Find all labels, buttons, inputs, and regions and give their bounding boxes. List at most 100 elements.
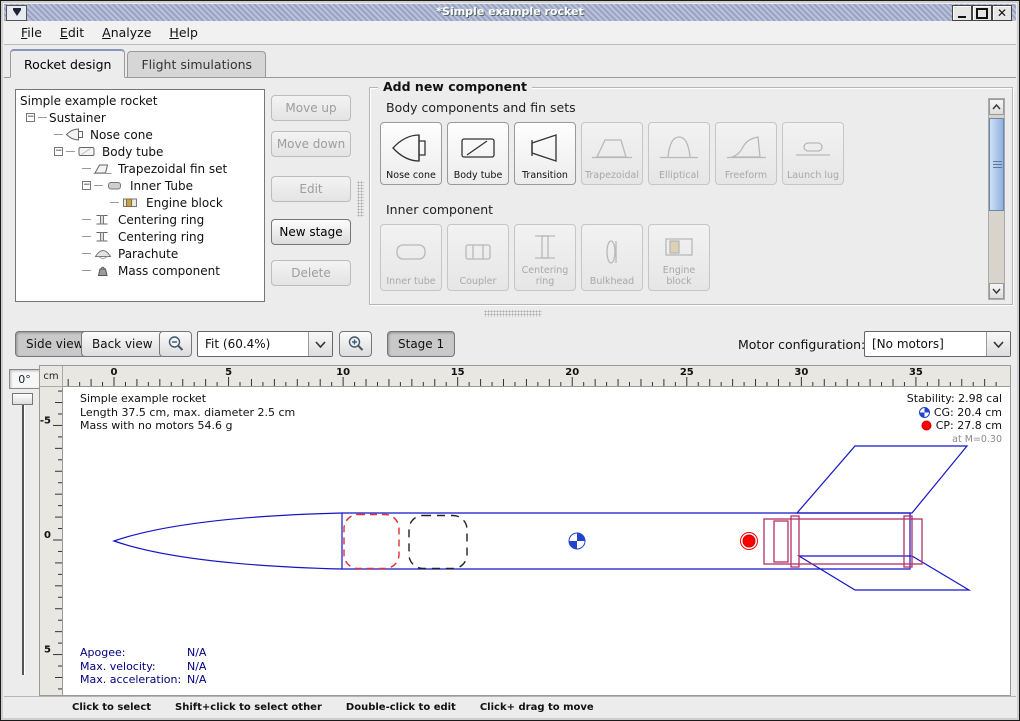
title-bar[interactable]: *Simple example rocket ✕ (4, 4, 1016, 22)
stage-1-toggle[interactable]: Stage 1 (387, 331, 455, 357)
rocket-view-panel: cm 05101520253035 -505 (39, 365, 1011, 696)
scroll-up-button[interactable] (989, 99, 1004, 115)
rotation-slider-thumb[interactable] (12, 393, 33, 405)
horizontal-splitter-grip[interactable] (484, 310, 542, 317)
status-hint-1: Shift+click to select other (175, 702, 322, 713)
scroll-down-button[interactable] (989, 283, 1004, 299)
tab-strip: Rocket designFlight simulations (4, 44, 1016, 78)
zoom-out-button[interactable] (159, 331, 192, 357)
move-up-button[interactable]: Move up (271, 95, 351, 121)
rotation-angle-field[interactable]: 0° (9, 369, 40, 389)
rotation-slider-track[interactable] (22, 405, 24, 675)
engine-block-icon (657, 229, 701, 265)
body-tube-icon (456, 130, 500, 166)
tree-item-engine-block[interactable]: Engine block (16, 194, 264, 211)
centering-ring-1[interactable] (791, 516, 799, 567)
add-launch-lug-button[interactable]: Launch lug (782, 122, 844, 185)
tab-flight-simulations[interactable]: Flight simulations (127, 51, 266, 77)
close-button[interactable]: ✕ (992, 5, 1012, 21)
tree-expander-icon[interactable]: − (26, 113, 35, 122)
minimize-icon (958, 9, 966, 18)
tree-item-sustainer[interactable]: −Sustainer (16, 109, 264, 126)
motor-configuration-combobox[interactable]: [No motors] (864, 331, 1011, 357)
add-engine-block-button[interactable]: Engine block (648, 224, 710, 291)
back-view-button[interactable]: Back view (81, 331, 164, 357)
body-tube-outline[interactable] (342, 513, 910, 569)
nose-cone-outline[interactable] (114, 513, 342, 569)
parachute-outline[interactable] (344, 515, 399, 569)
centering-ring-2[interactable] (904, 516, 912, 567)
engine-block-outline[interactable] (774, 521, 788, 562)
svg-text:0: 0 (44, 530, 51, 541)
tree-expander-icon[interactable]: − (82, 181, 91, 190)
mass-component-outline[interactable] (409, 516, 467, 569)
zoom-level-value: Fit (60.4%) (198, 332, 308, 356)
cg-marker[interactable] (569, 533, 585, 549)
cp-value: CP: 27.8 cm (936, 419, 1002, 433)
motor-combo-arrow[interactable] (986, 332, 1010, 356)
freeform-icon (724, 130, 768, 166)
menu-edit[interactable]: Edit (51, 22, 93, 43)
add-transition-button[interactable]: Transition (514, 122, 576, 185)
flight-data-block: Apogee:N/AMax. velocity:N/AMax. accelera… (80, 646, 206, 687)
zoom-combo-arrow[interactable] (308, 332, 332, 356)
svg-text:35: 35 (909, 367, 923, 378)
cp-marker[interactable] (741, 533, 758, 550)
new-stage-button[interactable]: New stage (271, 219, 351, 245)
tree-expander-icon[interactable]: − (54, 147, 63, 156)
tree-item-body-tube[interactable]: −Body tube (16, 143, 264, 160)
chevron-down-icon (993, 341, 1004, 348)
lower-fin[interactable] (799, 556, 969, 590)
add-trapezoidal-button[interactable]: Trapezoidal (581, 122, 643, 185)
vertical-splitter-grip[interactable] (357, 181, 364, 217)
inner-component-label: Inner component (386, 202, 493, 217)
edit-button[interactable]: Edit (271, 176, 351, 202)
tree-item-nose-cone[interactable]: Nose cone (16, 126, 264, 143)
centering-ring-icon (93, 230, 113, 243)
rocket-mass: Mass with no motors 54.6 g (80, 419, 295, 433)
tree-item-parachute[interactable]: Parachute (16, 245, 264, 262)
tree-item-inner-tube[interactable]: −Inner Tube (16, 177, 264, 194)
upper-fin[interactable] (797, 446, 967, 513)
tree-item-centering-ring[interactable]: Centering ring (16, 228, 264, 245)
move-down-button[interactable]: Move down (271, 131, 351, 157)
maximize-button[interactable] (972, 5, 992, 21)
close-icon: ✕ (997, 8, 1007, 18)
tree-item-mass-component[interactable]: Mass component (16, 262, 264, 279)
add-nose-cone-button[interactable]: Nose cone (380, 122, 442, 185)
add-inner-tube-button[interactable]: Inner tube (380, 224, 442, 291)
svg-text:10: 10 (336, 367, 350, 378)
inner-tube-icon (389, 234, 433, 270)
add-coupler-button[interactable]: Coupler (447, 224, 509, 291)
ruler-unit-label: cm (40, 366, 63, 387)
menu-help[interactable]: Help (160, 22, 207, 43)
add-bulkhead-button[interactable]: Bulkhead (581, 224, 643, 291)
launch-lug-icon (791, 130, 835, 166)
minimize-button[interactable] (952, 5, 972, 21)
nose-cone-icon (65, 128, 85, 141)
flight-row-0: Apogee:N/A (80, 646, 206, 660)
add-freeform-button[interactable]: Freeform (715, 122, 777, 185)
scrollbar-thumb[interactable] (989, 118, 1004, 211)
menu-bar: FileEditAnalyzeHelp (4, 21, 1016, 45)
elliptical-icon (657, 130, 701, 166)
tree-item-trapezoidal-fin-set[interactable]: Trapezoidal fin set (16, 160, 264, 177)
add-body-tube-button[interactable]: Body tube (447, 122, 509, 185)
tree-item-centering-ring[interactable]: Centering ring (16, 211, 264, 228)
motor-configuration-label: Motor configuration: (738, 337, 865, 352)
delete-button[interactable]: Delete (271, 260, 351, 286)
add-centering-ring-button[interactable]: Centering ring (514, 224, 576, 291)
trapezoidal-icon (590, 130, 634, 166)
svg-text:30: 30 (794, 367, 808, 378)
component-scrollbar[interactable] (988, 98, 1005, 300)
add-elliptical-button[interactable]: Elliptical (648, 122, 710, 185)
tab-rocket-design[interactable]: Rocket design (10, 49, 125, 78)
tree-item-root[interactable]: Simple example rocket (16, 92, 264, 109)
zoom-level-combobox[interactable]: Fit (60.4%) (197, 331, 333, 357)
menu-analyze[interactable]: Analyze (93, 22, 160, 43)
zoom-in-button[interactable] (339, 331, 372, 357)
rocket-canvas[interactable]: Simple example rocket Length 37.5 cm, ma… (64, 388, 1010, 695)
menu-file[interactable]: File (12, 22, 51, 43)
component-tree[interactable]: Simple example rocket−SustainerNose cone… (15, 89, 265, 302)
mach-note: at M=0.30 (907, 433, 1002, 447)
